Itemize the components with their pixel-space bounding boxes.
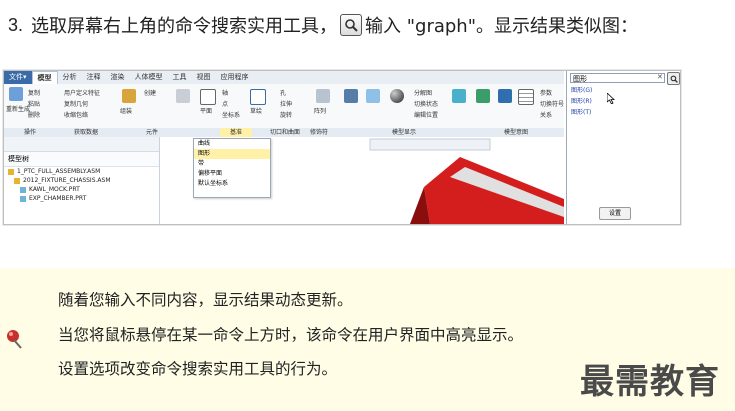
drag-components-icon[interactable] (176, 89, 190, 103)
group-label[interactable]: 获取数据 (74, 128, 98, 137)
ribbon-label[interactable]: 收缩包络 (64, 110, 88, 119)
ribbon-label[interactable]: 关系 (540, 110, 552, 119)
note-line-2: 当您将鼠标悬停在某一命令上方时，该命令在用户界面中高亮显示。 (58, 326, 524, 344)
ribbon-label: 重新生成 (6, 106, 31, 113)
datum-dropdown-menu: 曲线 图形 带 偏移平面 默认坐标系 (193, 138, 271, 198)
model-tree-title: 模型树 (4, 152, 159, 167)
assemble-icon[interactable] (122, 89, 136, 103)
note-line-1: 随着您输入不同内容，显示结果动态更新。 (58, 291, 353, 309)
tab-applications[interactable]: 应用程序 (216, 71, 254, 84)
clear-icon[interactable]: ✕ (657, 73, 663, 81)
ribbon-label[interactable]: 编辑位置 (414, 110, 438, 119)
command-search-input[interactable]: 图形 (570, 73, 665, 83)
mouse-cursor-icon (607, 93, 615, 104)
ribbon-label[interactable]: 坐标系 (222, 110, 240, 119)
tab-analysis[interactable]: 分析 (58, 71, 82, 84)
family-table-icon[interactable] (518, 89, 534, 105)
ribbon-label: 草绘 (250, 108, 263, 115)
ribbon-label[interactable]: 拉伸 (280, 99, 292, 108)
search-result[interactable]: 图形(G) (571, 86, 592, 96)
ribbon-label[interactable]: 旋转 (280, 110, 292, 119)
tree-item[interactable]: 1_PTC_FULL_ASSEMBLY.ASM (4, 167, 159, 176)
ribbon-label: 组装 (120, 108, 133, 115)
group-label[interactable]: 修饰符 (310, 128, 328, 137)
tab-view[interactable]: 视图 (192, 71, 216, 84)
tab-model[interactable]: 模型 (31, 71, 58, 84)
appearance-icon[interactable] (390, 89, 404, 103)
menu-item-graph[interactable]: 图形 (194, 149, 270, 159)
ribbon-label[interactable]: 轴 (222, 88, 228, 97)
group-label-datum[interactable]: 基准 (220, 128, 253, 137)
tree-item[interactable]: EXP_CHAMBER.PRT (4, 194, 159, 203)
tree-item[interactable]: 2012_FIXTURE_CHASSIS.ASM (4, 176, 159, 185)
search-result[interactable]: 图形(T) (571, 108, 591, 118)
group-label[interactable]: 操作 (24, 128, 36, 137)
tree-item[interactable]: KAWL_MOCK.PRT (4, 185, 159, 194)
pattern-icon[interactable] (316, 89, 330, 103)
manage-views-icon[interactable] (344, 89, 358, 103)
ribbon-label[interactable]: 点 (222, 99, 228, 108)
ribbon-label[interactable]: 复制 (28, 88, 40, 97)
menu-item-ribbon[interactable]: 带 (194, 159, 270, 169)
component-interface-icon[interactable] (476, 89, 490, 103)
tab-file[interactable]: 文件▾ (4, 71, 32, 84)
tab-render[interactable]: 渲染 (106, 71, 130, 84)
ribbon-label[interactable]: 复制几何 (64, 99, 88, 108)
ribbon-label[interactable]: 创建 (144, 88, 156, 97)
panel-tab-icons[interactable] (4, 137, 159, 152)
tab-tools[interactable]: 工具 (168, 71, 192, 84)
group-label[interactable]: 切口和曲面 (270, 128, 300, 137)
group-label[interactable]: 元件 (146, 128, 158, 137)
ribbon-label: 平面 (200, 108, 213, 115)
ribbon-label[interactable]: 孔 (280, 88, 286, 97)
menu-item-curve[interactable]: 曲线 (194, 139, 270, 149)
display-style-icon[interactable] (452, 89, 466, 103)
ribbon-label[interactable]: 参数 (540, 88, 552, 97)
tab-annotate[interactable]: 注释 (82, 71, 106, 84)
search-result[interactable]: 图形(R) (571, 97, 592, 107)
publish-geometry-icon[interactable] (498, 89, 512, 103)
ribbon-tabs: 文件▾ 模型 分析 注释 渲染 人体模型 工具 视图 应用程序 (4, 71, 564, 84)
group-label[interactable]: 模型意图 (504, 128, 528, 137)
step-text-before: 选取屏幕右上角的命令搜索实用工具， (31, 16, 338, 37)
ribbon-label[interactable]: 用户定义特征 (64, 88, 100, 97)
step-heading: 3. 选取屏幕右上角的命令搜索实用工具， 输入 "graph"。显示结果类似图： (8, 8, 733, 42)
ribbon-label[interactable]: 切换符号 (540, 99, 564, 108)
ribbon: 重新生成 复制 粘贴 删除 用户定义特征 复制几何 收缩包络 创建 组装 平面 … (4, 84, 564, 129)
step-number: 3. (8, 14, 24, 35)
ribbon-label[interactable]: 粘贴 (28, 99, 40, 108)
tab-manikin[interactable]: 人体模型 (130, 71, 168, 84)
search-icon[interactable] (667, 72, 680, 85)
command-search-panel: 图形 ✕ 图形(G) 图形(R) 图形(T) 设置 (566, 71, 680, 224)
ribbon-label: 阵列 (314, 108, 327, 115)
sketch-icon[interactable] (250, 89, 266, 105)
menu-item-offset-plane[interactable]: 偏移平面 (194, 169, 270, 179)
pushpin-icon (7, 330, 22, 349)
ribbon-label[interactable]: 删除 (28, 110, 40, 119)
watermark-logo: 最需教育 (580, 362, 720, 402)
plane-icon[interactable] (200, 89, 216, 105)
menu-item-default-csys[interactable]: 默认坐标系 (194, 179, 270, 189)
ribbon-label[interactable]: 分解图 (414, 88, 432, 97)
section-icon[interactable] (366, 89, 380, 103)
app-screenshot: 文件▾ 模型 分析 注释 渲染 人体模型 工具 视图 应用程序 重新生成 复制 … (3, 70, 681, 225)
ribbon-label[interactable]: 切换状态 (414, 99, 438, 108)
model-tree-panel: 模型树 1_PTC_FULL_ASSEMBLY.ASM 2012_FIXTURE… (4, 137, 160, 224)
regenerate-icon[interactable] (9, 87, 23, 101)
search-icon (340, 14, 363, 36)
ribbon-group-bar: 操作 获取数据 元件 基准 切口和曲面 修饰符 模型显示 模型意图 (4, 128, 564, 137)
note-line-3: 设置选项改变命令搜索实用工具的行为。 (58, 360, 338, 378)
step-text-after: 输入 "graph"。显示结果类似图： (365, 16, 638, 37)
settings-button[interactable]: 设置 (599, 207, 631, 220)
group-label[interactable]: 模型显示 (392, 128, 416, 137)
